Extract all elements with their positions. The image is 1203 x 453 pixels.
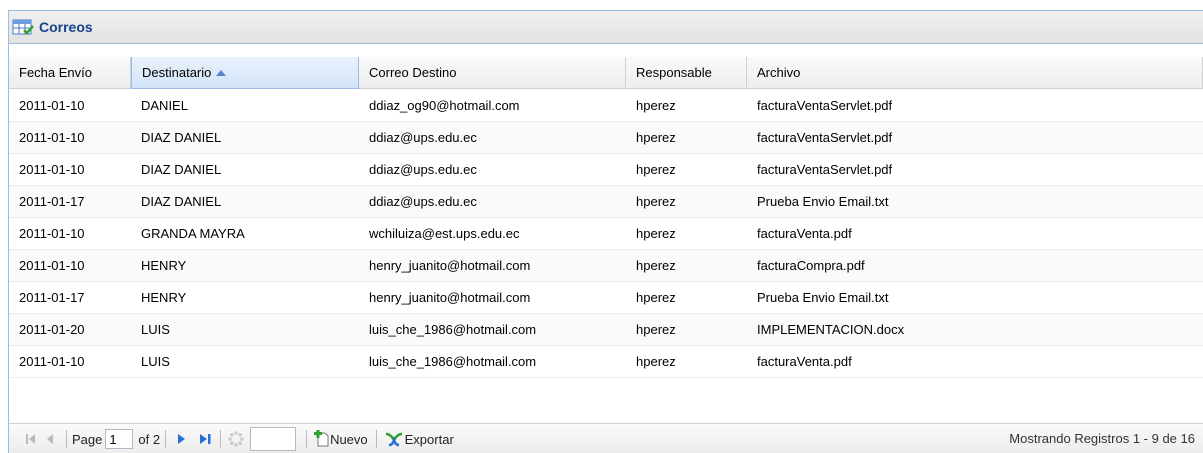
separator [165,430,167,448]
sort-ascending-icon [216,70,227,76]
exportar-button[interactable]: Exportar [385,428,454,450]
cell-responsable: hperez [636,258,676,273]
cell-fecha-envio: 2011-01-10 [19,130,85,145]
last-page-icon[interactable] [195,428,215,450]
cell-archivo: Prueba Envio Email.txt [757,194,889,209]
cell-correo-destino: luis_che_1986@hotmail.com [369,322,537,337]
cell-destinatario: GRANDA MAYRA [141,226,245,241]
correos-panel: Correos Fecha Envío Destinatario Correo … [8,10,1203,453]
cell-correo-destino: henry_juanito@hotmail.com [369,290,531,305]
next-page-icon[interactable] [171,428,191,450]
cell-destinatario: HENRY [141,290,187,305]
cell-fecha-envio: 2011-01-20 [19,322,85,337]
table-row[interactable]: 2011-01-10 LUIS luis_che_1986@hotmail.com h… [9,346,1203,378]
cell-correo-destino: henry_juanito@hotmail.com [369,258,531,273]
refresh-icon[interactable] [226,428,246,450]
column-label: Fecha Envío [19,65,92,80]
cell-archivo: facturaVentaServlet.pdf [757,162,893,177]
cell-fecha-envio: 2011-01-10 [19,354,85,369]
grid-table-icon [12,18,34,36]
column-header-destinatario[interactable]: Destinatario [131,57,359,89]
cell-destinatario: DIAZ DANIEL [141,130,222,145]
cell-archivo: facturaVenta.pdf [757,226,852,241]
cell-fecha-envio: 2011-01-10 [19,258,85,273]
cell-destinatario: DIAZ DANIEL [141,194,222,209]
cell-destinatario: LUIS [141,322,170,337]
column-label: Destinatario [142,65,212,80]
cell-responsable: hperez [636,290,676,305]
grid-body: 2011-01-10 DANIEL ddiaz_og90@hotmail.com hp… [9,90,1203,378]
page-count-label: of 2 [138,431,161,447]
table-row[interactable]: 2011-01-10 HENRY henry_juanito@hotmail.com… [9,250,1203,282]
cell-destinatario: DANIEL [141,98,188,113]
cell-fecha-envio: 2011-01-10 [19,226,85,241]
separator [66,430,67,448]
cell-responsable: hperez [636,162,676,177]
paging-toolbar: Page of 2 [9,423,1203,453]
cell-archivo: facturaVenta.pdf [757,354,852,369]
cell-responsable: hperez [636,354,676,369]
cell-archivo: facturaVentaServlet.pdf [757,130,893,145]
cell-archivo: Prueba Envio Email.txt [757,290,889,305]
column-header-archivo[interactable]: Archivo [747,57,1203,89]
cell-fecha-envio: 2011-01-10 [19,98,85,113]
cell-correo-destino: luis_che_1986@hotmail.com [369,354,537,369]
filter-input[interactable] [250,427,297,451]
cell-archivo: IMPLEMENTACION.docx [757,322,905,337]
table-row[interactable]: 2011-01-10 DANIEL ddiaz_og90@hotmail.com hp… [9,90,1203,122]
cell-responsable: hperez [636,226,676,241]
cell-responsable: hperez [636,194,676,209]
cell-responsable: hperez [636,322,676,337]
prev-page-icon[interactable] [41,428,61,450]
column-label: Correo Destino [369,65,457,80]
cell-correo-destino: ddiaz@ups.edu.ec [369,130,477,145]
cell-archivo: facturaVentaServlet.pdf [757,98,893,113]
first-page-icon[interactable] [21,428,41,450]
table-row[interactable]: 2011-01-20 LUIS luis_che_1986@hotmail.com h… [9,314,1203,346]
paging-status: Mostrando Registros 1 - 9 de 16 [1009,431,1195,446]
cell-responsable: hperez [636,130,676,145]
cell-correo-destino: ddiaz@ups.edu.ec [369,194,477,209]
add-document-icon [312,430,330,448]
nuevo-button[interactable]: Nuevo [312,428,368,450]
nuevo-label: Nuevo [330,431,368,447]
cell-fecha-envio: 2011-01-17 [19,194,85,209]
cell-destinatario: HENRY [141,258,187,273]
column-header-fecha-envio[interactable]: Fecha Envío [9,57,131,89]
table-row[interactable]: 2011-01-10 GRANDA MAYRA wchiluiza@est.ups.… [9,218,1203,250]
cell-correo-destino: ddiaz@ups.edu.ec [369,162,477,177]
cell-responsable: hperez [636,98,676,113]
column-header-responsable[interactable]: Responsable [626,57,747,89]
table-row[interactable]: 2011-01-17 DIAZ DANIEL ddiaz@ups.edu.ec hpe… [9,186,1203,218]
cell-destinatario: LUIS [141,354,170,369]
page-number-input[interactable] [105,429,134,449]
cell-destinatario: DIAZ DANIEL [141,162,222,177]
cell-archivo: facturaCompra.pdf [757,258,865,273]
grid-header: Fecha Envío Destinatario Correo Destino … [9,57,1203,89]
cell-correo-destino: ddiaz_og90@hotmail.com [369,98,520,113]
export-icon [385,431,405,447]
panel-header: Correos [9,11,1203,44]
separator [220,430,222,448]
table-row[interactable]: 2011-01-17 HENRY henry_juanito@hotmail.com… [9,282,1203,314]
column-label: Archivo [757,65,801,80]
separator [375,430,377,448]
column-label: Responsable [636,65,712,80]
page-label: Page [72,431,103,447]
column-header-correo-destino[interactable]: Correo Destino [359,57,626,89]
exportar-label: Exportar [404,431,454,447]
cell-correo-destino: wchiluiza@est.ups.edu.ec [369,226,520,241]
separator [306,430,308,448]
cell-fecha-envio: 2011-01-17 [19,290,85,305]
table-row[interactable]: 2011-01-10 DIAZ DANIEL ddiaz@ups.edu.ec hpe… [9,122,1203,154]
panel-title: Correos [39,19,93,35]
cell-fecha-envio: 2011-01-10 [19,162,85,177]
table-row[interactable]: 2011-01-10 DIAZ DANIEL ddiaz@ups.edu.ec hpe… [9,154,1203,186]
